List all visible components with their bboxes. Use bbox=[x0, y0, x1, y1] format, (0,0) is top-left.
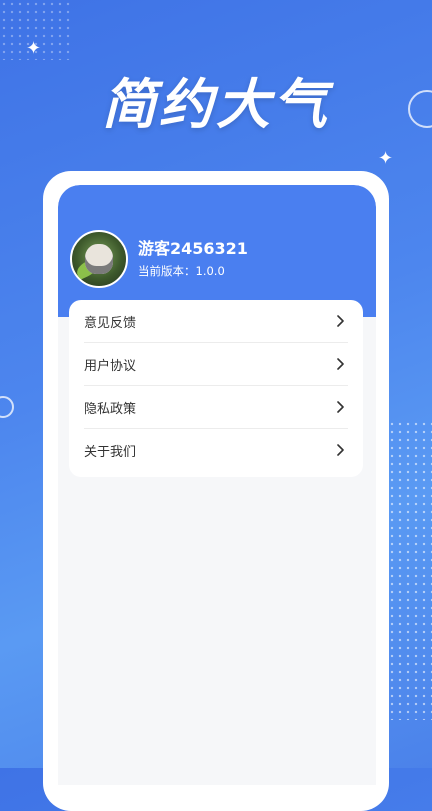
menu-item-privacy-policy[interactable]: 隐私政策 bbox=[84, 386, 348, 429]
chevron-right-icon bbox=[337, 444, 344, 456]
chevron-right-icon bbox=[337, 358, 344, 370]
version-label: 当前版本：1.0.0 bbox=[138, 264, 225, 278]
menu-item-label: 隐私政策 bbox=[84, 402, 137, 417]
sparkle-icon: ✦ bbox=[26, 38, 42, 59]
app-screen: 游客2456321 当前版本：1.0.0 意见反馈 用户协议 隐私政策 关于我们 bbox=[58, 185, 376, 785]
decorative-dots bbox=[388, 420, 432, 720]
menu-item-feedback[interactable]: 意见反馈 bbox=[84, 300, 348, 343]
menu-item-label: 用户协议 bbox=[84, 359, 137, 374]
avatar[interactable] bbox=[70, 230, 128, 288]
chevron-right-icon bbox=[337, 401, 344, 413]
settings-menu: 意见反馈 用户协议 隐私政策 关于我们 bbox=[69, 300, 363, 477]
sparkle-icon: ✦ bbox=[378, 148, 394, 169]
menu-item-user-agreement[interactable]: 用户协议 bbox=[84, 343, 348, 386]
username: 游客2456321 bbox=[138, 239, 248, 258]
cat-graphic bbox=[85, 244, 113, 274]
hero-title: 简约大气 bbox=[102, 73, 330, 136]
menu-item-label: 意见反馈 bbox=[84, 316, 137, 331]
profile-header: 游客2456321 当前版本：1.0.0 bbox=[58, 185, 376, 317]
chevron-right-icon bbox=[337, 315, 344, 327]
menu-item-label: 关于我们 bbox=[84, 445, 137, 460]
menu-item-about-us[interactable]: 关于我们 bbox=[84, 429, 348, 471]
decorative-ring bbox=[0, 396, 14, 418]
